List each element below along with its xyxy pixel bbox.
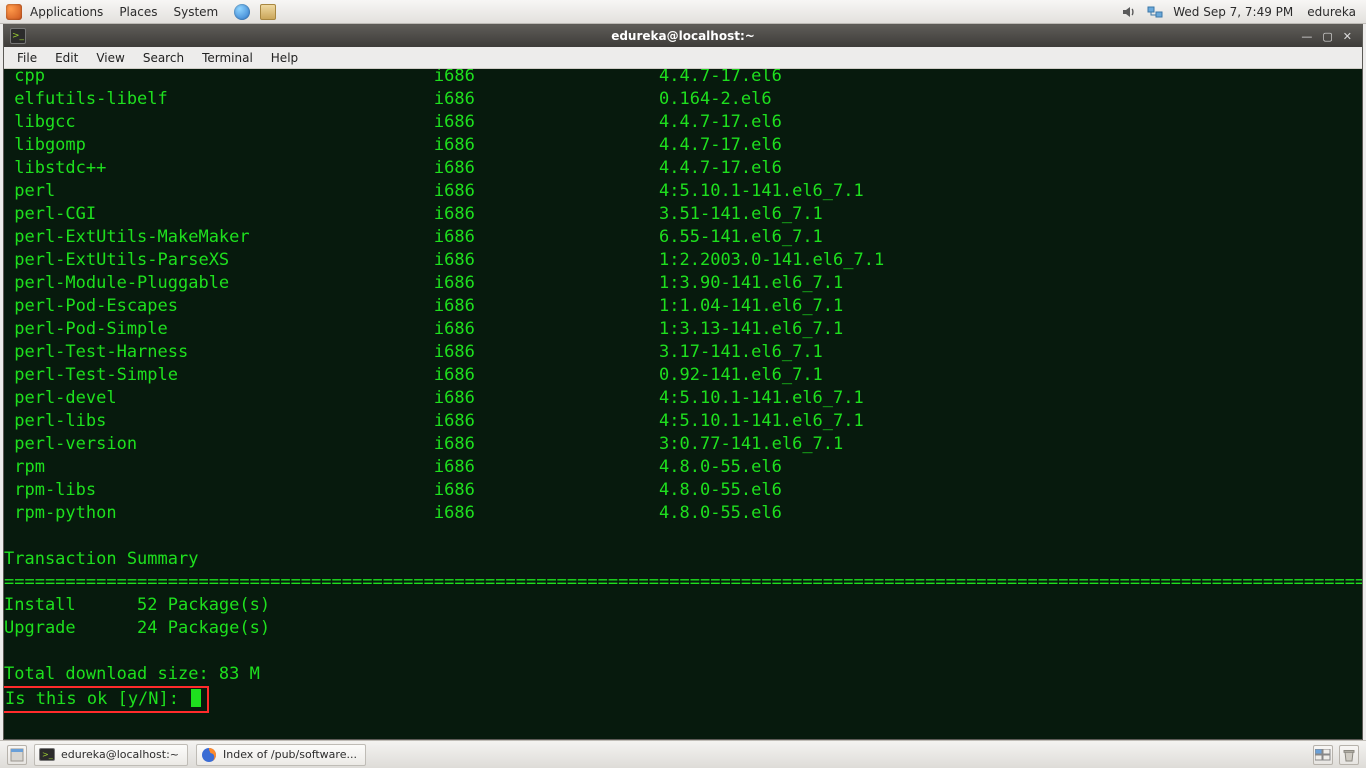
trash-icon[interactable]: [1339, 745, 1359, 765]
view-menu[interactable]: View: [87, 47, 133, 68]
terminal-window: >_ edureka@localhost:~ — ▢ ✕ File Edit V…: [3, 24, 1363, 740]
places-menu[interactable]: Places: [111, 0, 165, 23]
task-terminal-label: edureka@localhost:~: [61, 748, 179, 761]
user-menu[interactable]: edureka: [1303, 5, 1356, 19]
close-button[interactable]: ✕: [1343, 30, 1352, 43]
gnome-foot-icon[interactable]: [6, 4, 22, 20]
minimize-button[interactable]: —: [1301, 30, 1312, 43]
system-tray: Wed Sep 7, 7:49 PM edureka: [1121, 4, 1360, 20]
window-titlebar[interactable]: >_ edureka@localhost:~ — ▢ ✕: [4, 25, 1362, 47]
terminal-menu[interactable]: Terminal: [193, 47, 262, 68]
maximize-button[interactable]: ▢: [1322, 30, 1332, 43]
file-menu[interactable]: File: [8, 47, 46, 68]
svg-text:>_: >_: [42, 750, 54, 759]
window-title: edureka@localhost:~: [4, 29, 1362, 43]
applications-menu[interactable]: Applications: [22, 0, 111, 23]
top-panel: Applications Places System Wed Sep 7, 7:…: [0, 0, 1366, 24]
volume-icon[interactable]: [1121, 4, 1137, 20]
task-terminal[interactable]: >_ edureka@localhost:~: [34, 744, 188, 766]
bottom-taskbar: >_ edureka@localhost:~ Index of /pub/sof…: [0, 740, 1366, 768]
system-menu[interactable]: System: [165, 0, 226, 23]
terminal-cursor: [191, 689, 201, 707]
confirm-prompt-text: Is this ok [y/N]:: [5, 689, 189, 709]
task-firefox-label: Index of /pub/software...: [223, 748, 357, 761]
edit-menu[interactable]: Edit: [46, 47, 87, 68]
help-menu[interactable]: Help: [262, 47, 307, 68]
terminal-area[interactable]: cpp i686 4.4.7-17.el6 elfutils-libelf i6…: [4, 69, 1362, 739]
terminal-app-icon: >_: [10, 28, 26, 44]
task-firefox[interactable]: Index of /pub/software...: [196, 744, 366, 766]
browser-launcher-icon[interactable]: [226, 0, 258, 23]
show-desktop-button[interactable]: [7, 745, 27, 765]
network-icon[interactable]: [1147, 4, 1163, 20]
terminal-menubar: File Edit View Search Terminal Help: [4, 47, 1362, 69]
terminal-icon: >_: [39, 747, 55, 763]
search-menu[interactable]: Search: [134, 47, 193, 68]
clock[interactable]: Wed Sep 7, 7:49 PM: [1173, 5, 1293, 19]
firefox-icon: [201, 747, 217, 763]
confirm-prompt-highlight: Is this ok [y/N]:: [4, 686, 209, 713]
workspace-switcher[interactable]: [1313, 745, 1333, 765]
terminal-text: cpp i686 4.4.7-17.el6 elfutils-libelf i6…: [4, 69, 1362, 713]
package-manager-icon[interactable]: [258, 0, 278, 23]
